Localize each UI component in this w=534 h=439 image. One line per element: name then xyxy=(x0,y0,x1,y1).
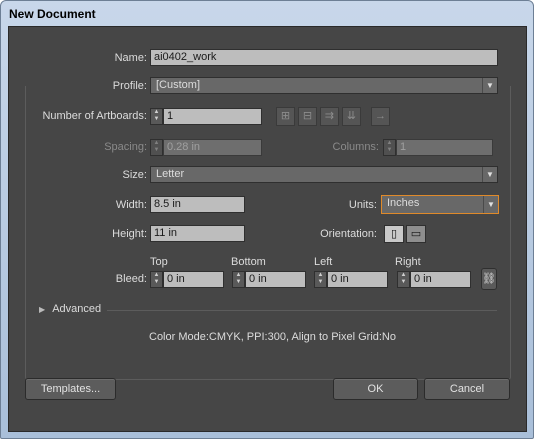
columns-stepper[interactable]: ▲ ▼ xyxy=(383,139,396,156)
orientation-label: Orientation: xyxy=(320,228,377,240)
size-value: Letter xyxy=(156,168,185,180)
columns-input[interactable]: 1 xyxy=(396,139,493,156)
artboards-stepper[interactable]: ▲ ▼ xyxy=(150,108,163,125)
templates-button[interactable]: Templates... xyxy=(25,378,116,400)
bleed-right-input[interactable]: 0 in xyxy=(410,271,471,288)
dialog-body: Name: ai0402_work Profile: [Custom] ▼ Nu… xyxy=(8,26,527,432)
name-label: Name: xyxy=(114,52,147,64)
new-document-dialog: New Document Name: ai0402_work Profile: … xyxy=(0,0,534,439)
portrait-orientation-icon[interactable]: ▯ xyxy=(384,225,404,243)
units-select[interactable]: Inches ▼ xyxy=(381,195,499,214)
spacing-stepper[interactable]: ▲ ▼ xyxy=(150,139,163,156)
width-label: Width: xyxy=(115,199,147,211)
spacing-label: Spacing: xyxy=(104,141,147,153)
artboards-label: Number of Artboards: xyxy=(42,110,147,122)
bleed-top-stepper[interactable]: ▲ ▼ xyxy=(150,271,163,288)
bleed-left-label: Left xyxy=(314,256,333,268)
columns-label: Columns: xyxy=(332,141,379,153)
advanced-toggle[interactable]: ▶ Advanced xyxy=(39,303,101,315)
units-label: Units: xyxy=(348,199,377,211)
link-bleed-icon[interactable]: ⛓ xyxy=(481,268,497,290)
bleed-right-stepper[interactable]: ▲ ▼ xyxy=(397,271,410,288)
bleed-label: Bleed: xyxy=(115,273,147,285)
width-input[interactable]: 8.5 in xyxy=(150,196,245,213)
bleed-bottom-stepper[interactable]: ▲ ▼ xyxy=(232,271,245,288)
bleed-left-input[interactable]: 0 in xyxy=(327,271,388,288)
bleed-top-label: Top xyxy=(150,256,168,268)
height-label: Height: xyxy=(112,228,147,240)
arrange-by-column-icon[interactable]: ⇊ xyxy=(342,107,361,126)
chevron-down-icon: ▼ xyxy=(483,196,498,213)
ok-button[interactable]: OK xyxy=(333,378,418,400)
advanced-divider xyxy=(107,310,497,311)
advanced-label: Advanced xyxy=(52,303,102,315)
title-bar[interactable]: New Document xyxy=(1,1,533,26)
units-value: Inches xyxy=(387,197,420,209)
arrange-by-row-icon[interactable]: ⇉ xyxy=(320,107,339,126)
cancel-button[interactable]: Cancel xyxy=(424,378,510,400)
spacing-input[interactable]: 0.28 in xyxy=(163,139,262,156)
document-info-text: Color Mode:CMYK, PPI:300, Align to Pixel… xyxy=(149,331,396,343)
size-select[interactable]: Letter ▼ xyxy=(150,166,498,183)
right-to-left-icon[interactable]: → xyxy=(371,107,390,126)
height-input[interactable]: 11 in xyxy=(150,225,245,242)
bleed-bottom-label: Bottom xyxy=(231,256,266,268)
chevron-right-icon: ▶ xyxy=(39,305,46,314)
bleed-top-input[interactable]: 0 in xyxy=(163,271,224,288)
bleed-right-label: Right xyxy=(395,256,421,268)
window-title: New Document xyxy=(9,7,96,21)
bleed-left-stepper[interactable]: ▲ ▼ xyxy=(314,271,327,288)
grid-by-column-icon[interactable]: ⊟ xyxy=(298,107,317,126)
artboards-input[interactable]: 1 xyxy=(163,108,262,125)
chevron-down-icon: ▼ xyxy=(482,167,497,182)
bleed-bottom-input[interactable]: 0 in xyxy=(245,271,306,288)
landscape-orientation-icon[interactable]: ▭ xyxy=(406,225,426,243)
name-input[interactable]: ai0402_work xyxy=(150,49,498,66)
size-label: Size: xyxy=(122,169,147,181)
grid-by-row-icon[interactable]: ⊞ xyxy=(276,107,295,126)
